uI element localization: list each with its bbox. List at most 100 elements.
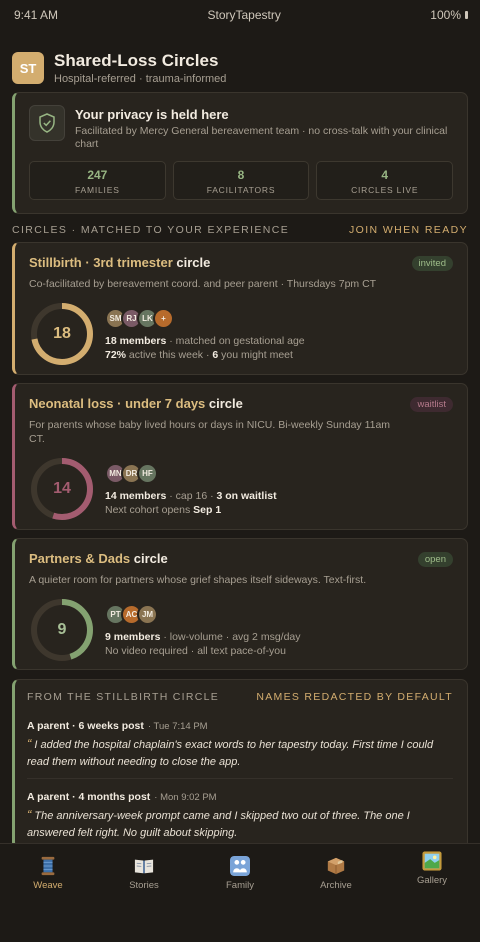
circle-title: Neonatal loss · under 7 days circle [29,396,243,411]
active-percent: 72% [105,348,127,361]
spool-icon [41,856,55,876]
circle-title-accent: Partners & Dads [29,551,131,566]
feed-post[interactable]: A parent · 4 months post · Mon 9:02 PM “ … [27,791,453,842]
tab-bar: Weave Stories Family Archive Gallery [0,843,480,900]
circles-section-header: CIRCLES · MATCHED TO YOUR EXPERIENCE JOI… [12,224,468,236]
member-count: 14 [53,480,71,497]
meta-text: Next cohort opens [105,503,194,516]
next-cohort-date: Sep 1 [193,503,222,516]
stat-value: 4 [381,168,389,182]
privacy-stats: 247 FAMILIES 8 FACILITATORS 4 CIRCLES LI… [29,161,454,200]
tab-archive[interactable]: Archive [288,844,384,900]
circle-meta: 14 members · cap 16 · 3 on waitlist [105,490,277,502]
app-header: ST Shared-Loss Circles Hospital-referred… [0,30,480,85]
circle-title-suffix: circle [172,255,211,270]
avatar: JM [137,603,158,625]
shield-icon [29,105,65,141]
circle-meta: 18 members · matched on gestational age [105,335,305,347]
meta-text: · low-volume · avg 2 msg/day [160,630,301,643]
status-battery: 100% [430,8,461,22]
circle-description: Co-facilitated by bereavement coord. and… [29,278,377,290]
privacy-title: Your privacy is held here [75,107,229,122]
tab-label: Archive [320,880,352,891]
tab-weave[interactable]: Weave [0,844,96,900]
status-badge: open [417,552,453,567]
tab-family[interactable]: Family [192,844,288,900]
post-time: · Mon 9:02 PM [154,792,217,803]
circle-card-stillbirth[interactable]: Stillbirth · 3rd trimester circle invite… [12,242,468,375]
member-ring: 9 [29,597,95,663]
feed-post[interactable]: A parent · 6 weeks post · Tue 7:14 PM “ I… [27,720,453,779]
members-count: 9 members [105,630,161,643]
meta-text: · cap 16 · [166,489,217,502]
section-title: CIRCLES · MATCHED TO YOUR EXPERIENCE [12,224,290,236]
status-badge: waitlist [410,397,453,412]
circle-description: For parents whose baby lived hours or da… [29,419,391,445]
picture-icon [422,851,442,871]
privacy-description: Facilitated by Mercy General bereavement… [75,125,448,150]
family-icon [230,856,250,876]
tab-label: Weave [33,880,63,891]
circle-card-partners[interactable]: Partners & Dads circle open A quieter ro… [12,538,468,670]
join-when-ready-link[interactable]: JOIN WHEN READY [349,224,468,236]
avatar: HF [137,462,158,484]
tab-label: Stories [129,880,159,891]
member-count: 18 [53,325,71,342]
circle-feed-card: FROM THE STILLBIRTH CIRCLE NAMES REDACTE… [12,679,468,849]
divider [27,778,453,779]
quote-icon: “ [27,807,32,822]
circle-activity: 72% active this week · 6 you might meet [105,349,305,361]
feed-redaction-note: NAMES REDACTED BY DEFAULT [256,691,453,703]
stat-value: 8 [237,168,245,182]
member-ring: 14 [29,456,95,522]
meta-text: · matched on gestational age [166,334,305,347]
page-subtitle: Hospital-referred · trauma-informed [54,73,227,85]
status-carrier: StoryTapestry [207,8,281,22]
stat-value: 247 [87,168,108,182]
meta-text: you might meet [218,348,293,361]
waitlist-count: 3 on waitlist [216,489,277,502]
app-logo[interactable]: ST [12,52,44,84]
avatar-group: SM RJ LK + [105,307,305,329]
avatar-more[interactable]: + [153,307,174,329]
post-author: A parent · 6 weeks post [27,720,144,732]
post-time: · Tue 7:14 PM [147,721,208,732]
circle-description: A quieter room for partners whose grief … [29,574,367,586]
battery-icon [465,11,468,19]
members-count: 14 members [105,489,167,502]
post-author: A parent · 4 months post [27,791,151,803]
status-time: 9:41 AM [14,8,59,22]
quote-icon: “ [27,736,32,751]
circle-title: Partners & Dads circle [29,551,168,566]
circle-meta: 9 members · low-volume · avg 2 msg/day [105,631,301,643]
avatar-group: PT AC JM [105,603,301,625]
tab-label: Family [226,880,254,891]
avatar-group: MN DR HF [105,462,277,484]
stat-label: FACILITATORS [206,185,276,195]
circle-next-cohort: Next cohort opens Sep 1 [105,504,277,516]
stat-label: CIRCLES LIVE [351,185,419,195]
member-count: 9 [57,621,67,638]
stat-circles-live: 4 CIRCLES LIVE [316,161,454,200]
tab-gallery[interactable]: Gallery [384,844,480,900]
privacy-card: Your privacy is held here Facilitated by… [12,92,468,214]
box-icon [327,857,345,875]
page-title: Shared-Loss Circles [54,51,219,70]
circle-title-accent: Neonatal loss · under 7 days [29,396,206,411]
circle-title-suffix: circle [130,551,168,566]
book-icon [134,859,154,874]
circle-note: No video required · all text pace-of-you [105,644,286,657]
stat-label: FAMILIES [75,185,120,195]
home-indicator-area [0,900,480,942]
stat-families: 247 FAMILIES [29,161,166,200]
tab-stories[interactable]: Stories [96,844,192,900]
feed-title: FROM THE STILLBIRTH CIRCLE [27,691,220,703]
meta-text: active this week · [126,348,213,361]
tab-label: Gallery [416,875,448,886]
circle-title-suffix: circle [205,396,243,411]
members-count: 18 members [105,334,167,347]
post-text: The anniversary-week prompt came and I s… [27,810,410,839]
stat-facilitators: 8 FACILITATORS [172,161,310,200]
circle-card-neonatal[interactable]: Neonatal loss · under 7 days circle wait… [12,383,468,530]
circle-title-accent: Stillbirth · 3rd trimester [29,255,173,270]
